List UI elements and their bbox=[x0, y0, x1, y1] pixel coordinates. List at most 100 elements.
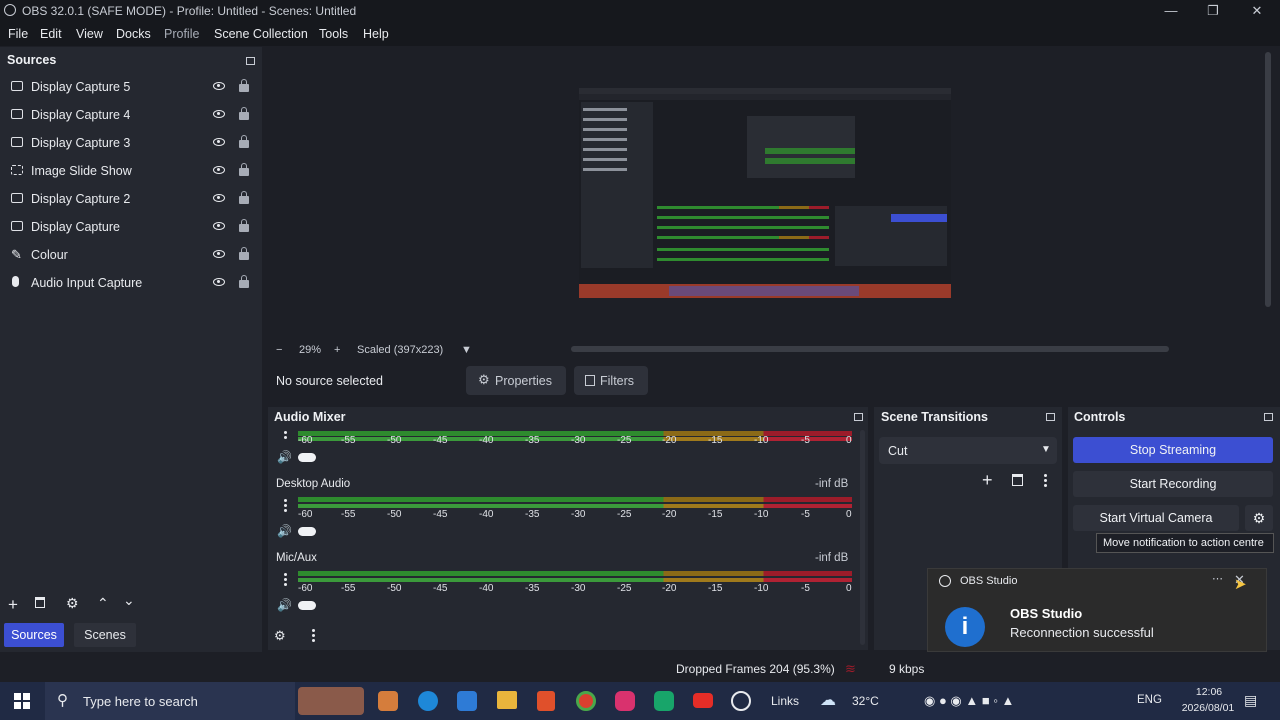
volume-meter bbox=[298, 578, 852, 582]
source-item[interactable]: ✎ Colour bbox=[0, 241, 262, 269]
zoom-in-button[interactable]: + bbox=[334, 344, 340, 356]
window-title: OBS 32.0.1 (SAFE MODE) - Profile: Untitl… bbox=[22, 4, 357, 18]
source-label: Display Capture 2 bbox=[31, 192, 131, 206]
gear-icon[interactable]: ⚙ bbox=[66, 595, 79, 612]
clock-time[interactable]: 12:06 bbox=[1184, 686, 1234, 698]
lock-icon[interactable] bbox=[239, 135, 249, 148]
stop-streaming-button[interactable]: Stop Streaming bbox=[1073, 437, 1273, 463]
mixer-menu-icon[interactable] bbox=[312, 629, 315, 644]
visibility-eye-icon[interactable] bbox=[213, 82, 225, 90]
app-icon[interactable] bbox=[457, 691, 477, 711]
source-item[interactable]: Display Capture 2 bbox=[0, 185, 262, 213]
notification-centre-icon[interactable]: ▤ bbox=[1244, 692, 1257, 709]
tray-icons[interactable]: ◉ ● ◉ ▲ ■ ◦ ▲ bbox=[924, 693, 1014, 709]
windows-start-icon[interactable] bbox=[14, 693, 30, 709]
toast-notification[interactable]: OBS Studio ⋯ ✕ i OBS Studio Reconnection… bbox=[927, 568, 1267, 652]
move-down-icon[interactable]: ⌄ bbox=[123, 592, 135, 609]
lock-icon[interactable] bbox=[239, 79, 249, 92]
clock-date[interactable]: 2026/08/01 bbox=[1176, 702, 1240, 714]
menu-help[interactable]: Help bbox=[363, 27, 389, 41]
add-source-icon[interactable]: + bbox=[8, 595, 18, 615]
visibility-eye-icon[interactable] bbox=[213, 222, 225, 230]
source-item[interactable]: Display Capture 5 bbox=[0, 73, 262, 101]
visibility-eye-icon[interactable] bbox=[213, 194, 225, 202]
transition-menu-icon[interactable] bbox=[1044, 474, 1047, 489]
virtual-camera-settings-icon[interactable]: ⚙ bbox=[1245, 505, 1273, 531]
instagram-icon[interactable] bbox=[615, 691, 635, 711]
add-transition-icon[interactable]: + bbox=[982, 470, 993, 491]
remove-source-icon[interactable] bbox=[35, 597, 47, 609]
visibility-eye-icon[interactable] bbox=[213, 166, 225, 174]
mixer-settings-icon[interactable]: ⚙ bbox=[274, 628, 286, 644]
menu-view[interactable]: View bbox=[76, 27, 103, 41]
visibility-eye-icon[interactable] bbox=[213, 278, 225, 286]
source-item[interactable]: Display Capture 4 bbox=[0, 101, 262, 129]
visibility-eye-icon[interactable] bbox=[213, 250, 225, 258]
brave-icon[interactable] bbox=[537, 691, 555, 711]
undock-icon[interactable] bbox=[854, 413, 863, 421]
lock-icon[interactable] bbox=[239, 107, 249, 120]
speaker-icon[interactable]: 🔊 bbox=[277, 450, 292, 464]
obs-taskbar-icon[interactable] bbox=[731, 691, 751, 711]
properties-button[interactable]: ⚙ Properties bbox=[466, 366, 566, 395]
app-icon[interactable] bbox=[654, 691, 674, 711]
speaker-icon[interactable]: 🔊 bbox=[277, 598, 292, 612]
start-recording-button[interactable]: Start Recording bbox=[1073, 471, 1273, 497]
preview-horizontal-scrollbar[interactable] bbox=[571, 346, 1169, 352]
start-virtual-camera-button[interactable]: Start Virtual Camera bbox=[1073, 505, 1239, 531]
file-explorer-icon[interactable] bbox=[497, 691, 517, 709]
channel-menu-icon[interactable] bbox=[284, 573, 287, 588]
visibility-eye-icon[interactable] bbox=[213, 138, 225, 146]
lock-icon[interactable] bbox=[239, 163, 249, 176]
app-icon[interactable] bbox=[378, 691, 398, 711]
mixer-scrollbar[interactable] bbox=[860, 430, 865, 645]
preview-screen-capture bbox=[579, 88, 951, 298]
preview-vertical-scrollbar[interactable] bbox=[1265, 52, 1271, 307]
scale-dropdown-icon[interactable]: ▼ bbox=[461, 344, 472, 356]
chrome-icon[interactable] bbox=[576, 691, 596, 711]
menu-file[interactable]: File bbox=[8, 27, 28, 41]
lock-icon[interactable] bbox=[239, 191, 249, 204]
menu-scene-collection[interactable]: Scene Collection bbox=[214, 27, 308, 41]
menu-tools[interactable]: Tools bbox=[319, 27, 348, 41]
toast-more-icon[interactable]: ⋯ bbox=[1212, 572, 1223, 585]
youtube-icon[interactable] bbox=[693, 693, 713, 708]
source-item[interactable]: Display Capture 3 bbox=[0, 129, 262, 157]
source-item[interactable]: Audio Input Capture bbox=[0, 269, 262, 297]
channel-menu-icon[interactable] bbox=[284, 431, 287, 441]
tab-sources[interactable]: Sources bbox=[4, 623, 64, 647]
close-button[interactable]: ✕ bbox=[1242, 2, 1272, 20]
widgets-image-icon[interactable] bbox=[298, 687, 364, 715]
zoom-out-button[interactable]: − bbox=[276, 344, 282, 356]
volume-slider[interactable] bbox=[298, 601, 316, 610]
weather-temp[interactable]: 32°C bbox=[852, 694, 879, 708]
lock-icon[interactable] bbox=[239, 219, 249, 232]
links-toolbar[interactable]: Links bbox=[771, 694, 799, 708]
volume-slider[interactable] bbox=[298, 527, 316, 536]
volume-slider[interactable] bbox=[298, 453, 316, 462]
speaker-icon[interactable]: 🔊 bbox=[277, 524, 292, 538]
transition-select[interactable]: Cut ▼ bbox=[879, 437, 1057, 464]
undock-icon[interactable] bbox=[1046, 413, 1055, 421]
menu-profile[interactable]: Profile bbox=[164, 27, 199, 41]
undock-icon[interactable] bbox=[246, 57, 255, 65]
transition-selected: Cut bbox=[888, 444, 908, 458]
tab-scenes[interactable]: Scenes bbox=[74, 623, 136, 647]
restore-button[interactable]: ❐ bbox=[1198, 2, 1228, 20]
lock-icon[interactable] bbox=[239, 247, 249, 260]
lock-icon[interactable] bbox=[239, 275, 249, 288]
channel-menu-icon[interactable] bbox=[284, 499, 287, 514]
edge-icon[interactable] bbox=[418, 691, 438, 711]
menu-docks[interactable]: Docks bbox=[116, 27, 151, 41]
remove-transition-icon[interactable] bbox=[1012, 474, 1023, 486]
search-box[interactable]: ⚲ Type here to search bbox=[45, 682, 295, 720]
source-item[interactable]: Display Capture bbox=[0, 213, 262, 241]
source-item[interactable]: Image Slide Show bbox=[0, 157, 262, 185]
language-indicator[interactable]: ENG bbox=[1137, 694, 1162, 706]
minimize-button[interactable]: — bbox=[1156, 2, 1186, 20]
filters-button[interactable]: Filters bbox=[574, 366, 648, 395]
move-up-icon[interactable]: ⌃ bbox=[97, 595, 109, 612]
undock-icon[interactable] bbox=[1264, 413, 1273, 421]
menu-edit[interactable]: Edit bbox=[40, 27, 62, 41]
visibility-eye-icon[interactable] bbox=[213, 110, 225, 118]
